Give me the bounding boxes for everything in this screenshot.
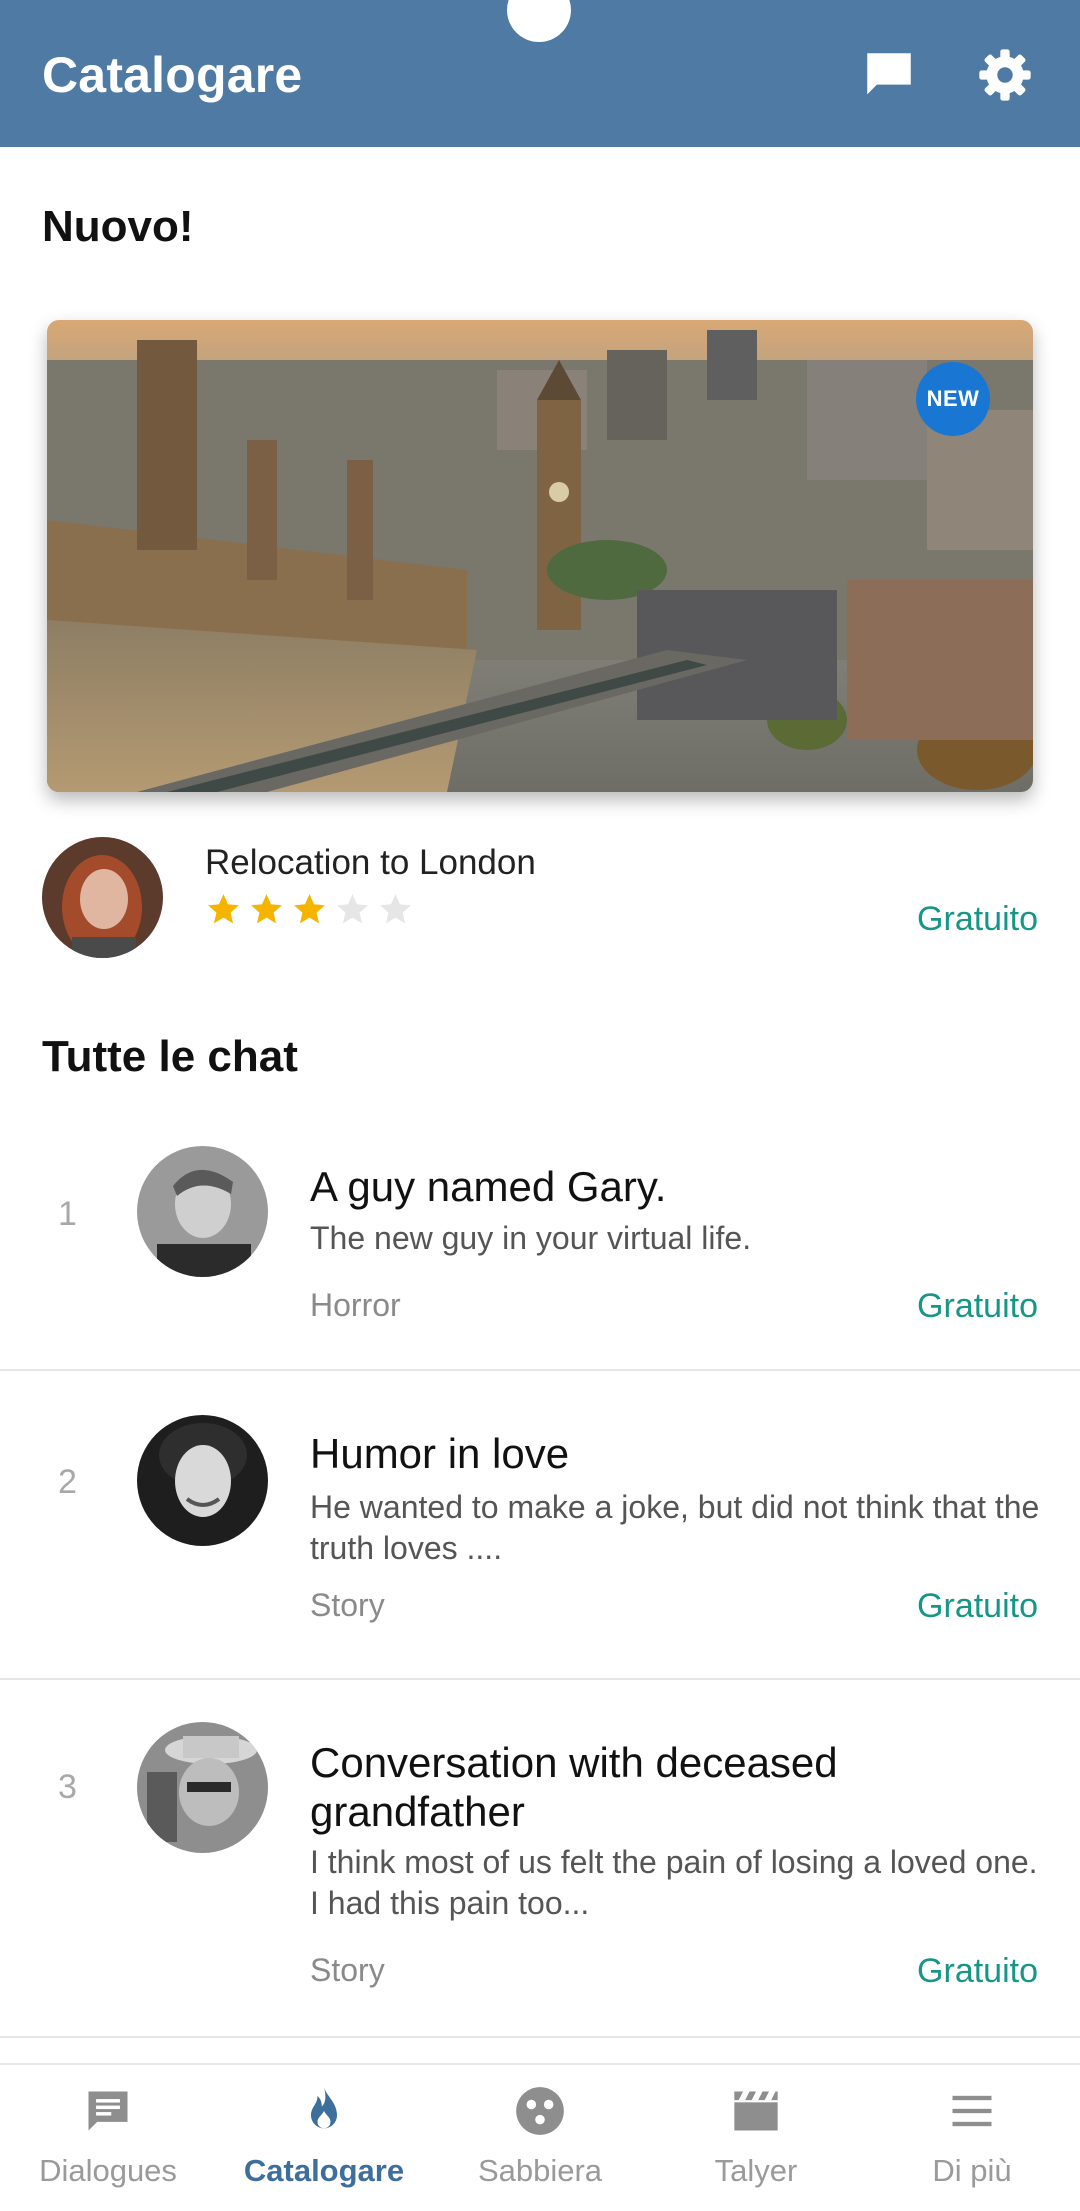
list-item[interactable]: 1 A guy named Gary. The new guy in your …	[0, 1120, 1080, 1371]
chat-description: I think most of us felt the pain of losi…	[310, 1844, 1038, 1921]
chat-avatar-image	[137, 1415, 268, 1546]
chat-genre: Story	[310, 1587, 385, 1623]
price-label: Gratuito	[917, 1587, 1038, 1625]
camera-cutout	[507, 0, 571, 42]
chat-description: The new guy in your virtual life.	[310, 1220, 752, 1256]
nav-item-sabbiera[interactable]: Sabbiera	[432, 2065, 648, 2211]
section-title-all-chats: Tutte le chat	[42, 1032, 298, 1081]
chat-avatar-image	[137, 1722, 268, 1853]
nav-label: Di più	[932, 2153, 1012, 2188]
clapperboard-icon	[734, 2091, 778, 2131]
nav-item-di-piu[interactable]: Di più	[864, 2065, 1080, 2211]
rank-number: 1	[58, 1195, 77, 1233]
price-label: Gratuito	[917, 1952, 1038, 1990]
rank-number: 2	[58, 1463, 77, 1501]
star-empty-icon	[380, 894, 411, 924]
settings-button[interactable]	[968, 38, 1042, 112]
avatar	[42, 837, 163, 958]
chat-title: Humor in love	[310, 1430, 570, 1477]
nav-label: Talyer	[714, 2153, 798, 2188]
nav-label: Dialogues	[39, 2153, 177, 2188]
star-filled-icon	[251, 894, 282, 924]
avatar	[137, 1722, 268, 1853]
chat-title: Conversation with deceased grandfather	[310, 1739, 838, 1835]
chat-avatar-image	[137, 1146, 268, 1277]
menu-icon	[952, 2095, 992, 2127]
chat-bubble-icon	[867, 53, 911, 95]
author-avatar-image	[42, 837, 163, 958]
star-rating	[205, 891, 414, 928]
star-empty-icon	[337, 894, 368, 924]
featured-chat-row[interactable]: Relocation to London Gratuito	[0, 835, 1080, 961]
star-filled-icon	[208, 894, 239, 924]
featured-title: Relocation to London	[205, 843, 536, 882]
bottom-navigation: Dialogues Catalogare Sabbiera Talyer Di …	[0, 2063, 1080, 2211]
star-filled-icon	[294, 894, 325, 924]
featured-card-image[interactable]: NEW	[47, 320, 1033, 792]
chat-button[interactable]	[852, 38, 926, 112]
list-item[interactable]: 3 Conversation with deceased grandfather…	[0, 1680, 1080, 2038]
chat-description: He wanted to make a joke, but did not th…	[310, 1489, 1040, 1566]
chat-title: A guy named Gary.	[310, 1163, 667, 1210]
nav-label: Sabbiera	[477, 2153, 603, 2188]
chat-genre: Story	[310, 1952, 385, 1988]
new-badge: NEW	[916, 362, 990, 436]
page-title: Catalogare	[42, 47, 303, 103]
nav-item-dialogues[interactable]: Dialogues	[0, 2065, 216, 2211]
avatar	[137, 1146, 268, 1277]
nav-label: Catalogare	[243, 2153, 405, 2188]
app-bar: Catalogare	[0, 0, 1080, 147]
chat-genre: Horror	[310, 1287, 401, 1323]
price-label: Gratuito	[917, 900, 1038, 938]
nav-item-catalogare[interactable]: Catalogare	[216, 2065, 432, 2211]
rank-number: 3	[58, 1768, 77, 1806]
price-label: Gratuito	[917, 1287, 1038, 1325]
avatar	[137, 1415, 268, 1546]
sandbox-icon	[516, 2087, 564, 2135]
nav-item-talyer[interactable]: Talyer	[648, 2065, 864, 2211]
london-city-image	[47, 320, 1033, 792]
flame-icon	[311, 2087, 337, 2129]
gear-icon	[979, 49, 1031, 101]
section-title-new: Nuovo!	[42, 202, 194, 251]
message-icon	[88, 2091, 128, 2131]
list-item[interactable]: 2 Humor in love He wanted to make a joke…	[0, 1371, 1080, 1680]
